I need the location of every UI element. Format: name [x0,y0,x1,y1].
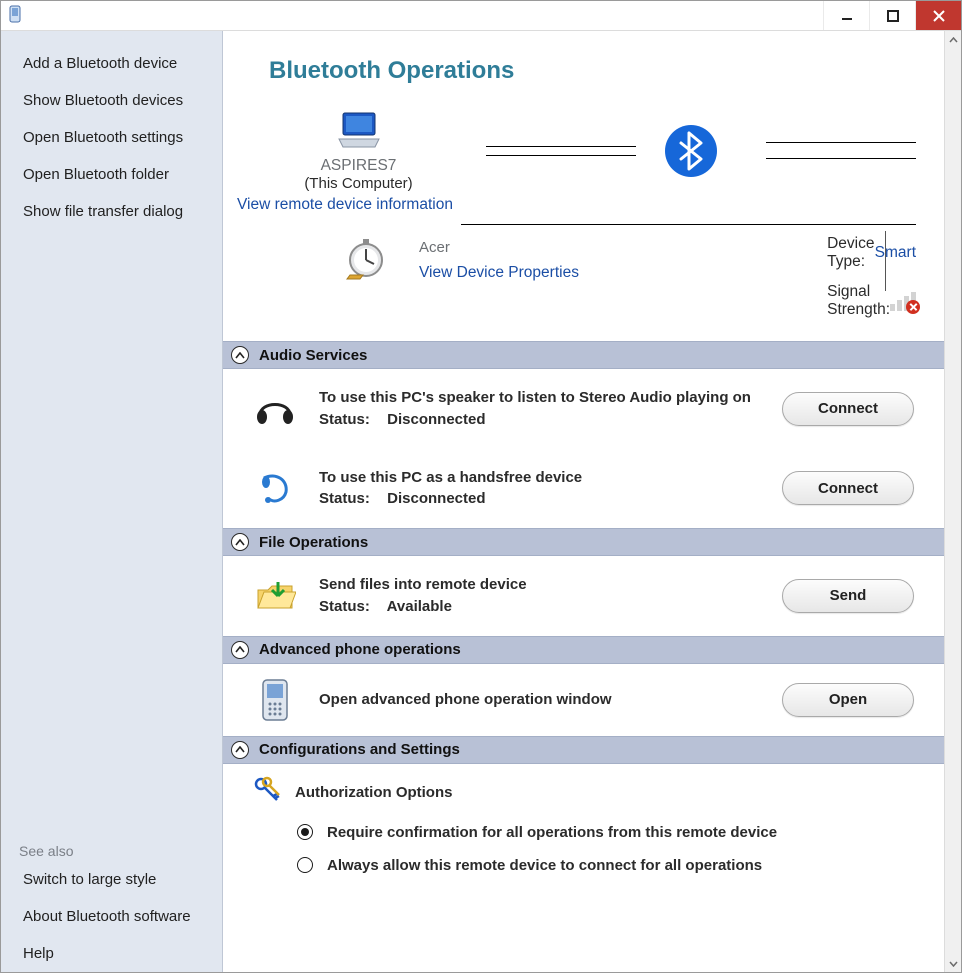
sidebar-item-about[interactable]: About Bluetooth software [1,898,222,935]
content: Bluetooth Operations ASPIRES7 (This Com [223,31,944,972]
sidebar-item-open-folder[interactable]: Open Bluetooth folder [1,156,222,193]
connection-lines-left [486,146,636,156]
status-value: Disconnected [387,411,485,428]
service-desc: To use this PC's speaker to listen to St… [319,387,760,409]
section-title-phone: Advanced phone operations [259,641,461,658]
headset-icon [253,470,297,506]
sidebar-item-help[interactable]: Help [1,935,222,972]
local-device-note: (This Computer) [304,175,412,192]
section-header-file[interactable]: File Operations [223,528,944,556]
service-desc: Open advanced phone operation window [319,689,760,711]
window-controls [823,1,961,30]
section-title-config: Configurations and Settings [259,741,460,758]
connect-button[interactable]: Connect [782,392,914,426]
status-value: Available [387,598,452,615]
send-button[interactable]: Send [782,579,914,613]
auth-options-heading: Authorization Options [223,764,944,816]
minimize-button[interactable] [823,1,869,30]
section-config: Configurations and Settings Authorizatio… [223,736,944,882]
remote-brand: Acer [419,239,579,256]
connection-lines-right [726,142,916,159]
device-type-value[interactable]: Smart [875,244,916,262]
device-type-label: Device Type: [827,235,875,271]
status-label: Status: [319,488,383,510]
status-label: Status: [319,409,383,431]
window: Add a Bluetooth device Show Bluetooth de… [0,0,962,973]
connect-button[interactable]: Connect [782,471,914,505]
device-row: ASPIRES7 (This Computer) [223,109,944,192]
service-desc: Send files into remote device [319,574,760,596]
section-file: File Operations Send files into remote d… [223,528,944,636]
titlebar [1,1,961,31]
laptop-icon [335,109,383,153]
service-handsfree: To use this PC as a handsfree device Sta… [223,449,944,529]
local-device: ASPIRES7 (This Computer) [251,109,466,192]
status-label: Status: [319,596,383,618]
see-also-heading: See also [1,833,222,861]
service-desc: To use this PC as a handsfree device [319,467,760,489]
scrollbar[interactable] [944,31,961,972]
section-header-audio[interactable]: Audio Services [223,341,944,369]
open-button[interactable]: Open [782,683,914,717]
service-phone-window: Open advanced phone operation window Ope… [223,664,944,736]
section-phone: Advanced phone operations [223,636,944,736]
sidebar: Add a Bluetooth device Show Bluetooth de… [1,31,223,972]
page-title: Bluetooth Operations [223,49,944,109]
chevron-up-icon [231,641,249,659]
close-button[interactable] [915,1,961,30]
keys-icon [253,776,281,810]
radio-icon [297,857,313,873]
signal-strength-icon [890,292,916,311]
stopwatch-icon [343,235,389,285]
headphones-icon [253,391,297,427]
section-header-config[interactable]: Configurations and Settings [223,736,944,764]
titlebar-left [1,1,21,30]
maximize-button[interactable] [869,1,915,30]
sidebar-item-file-transfer[interactable]: Show file transfer dialog [1,193,222,230]
section-title-audio: Audio Services [259,347,367,364]
view-remote-info-link[interactable]: View remote device information [223,192,944,218]
status-value: Disconnected [387,490,485,507]
radio-require-confirmation[interactable]: Require confirmation for all operations … [223,816,944,849]
radio-label: Always allow this remote device to conne… [327,857,762,874]
section-header-phone[interactable]: Advanced phone operations [223,636,944,664]
chevron-up-icon [231,741,249,759]
service-stereo-audio: To use this PC's speaker to listen to St… [223,369,944,449]
body: Add a Bluetooth device Show Bluetooth de… [1,31,961,972]
sidebar-item-show-devices[interactable]: Show Bluetooth devices [1,82,222,119]
scroll-up-icon[interactable] [945,31,961,48]
content-wrap: Bluetooth Operations ASPIRES7 (This Com [223,31,961,972]
app-icon [9,5,21,27]
scroll-down-icon[interactable] [945,955,961,972]
bluetooth-icon [656,123,726,179]
radio-icon [297,824,313,840]
signal-strength-label: Signal Strength: [827,283,890,319]
local-device-name: ASPIRES7 [321,157,397,175]
radio-always-allow[interactable]: Always allow this remote device to conne… [223,849,944,882]
phone-icon [253,682,297,718]
section-audio: Audio Services To use this PC's speaker … [223,341,944,528]
view-device-properties-link[interactable]: View Device Properties [419,264,579,282]
folder-send-icon [253,578,297,614]
sidebar-item-open-settings[interactable]: Open Bluetooth settings [1,119,222,156]
sidebar-item-large-style[interactable]: Switch to large style [1,861,222,898]
service-send-files: Send files into remote device Status: Av… [223,556,944,636]
remote-info-row: Acer View Device Properties Device Type:… [223,225,944,341]
sidebar-item-add-device[interactable]: Add a Bluetooth device [1,45,222,82]
section-title-file: File Operations [259,534,368,551]
radio-label: Require confirmation for all operations … [327,824,777,841]
chevron-up-icon [231,533,249,551]
chevron-up-icon [231,346,249,364]
